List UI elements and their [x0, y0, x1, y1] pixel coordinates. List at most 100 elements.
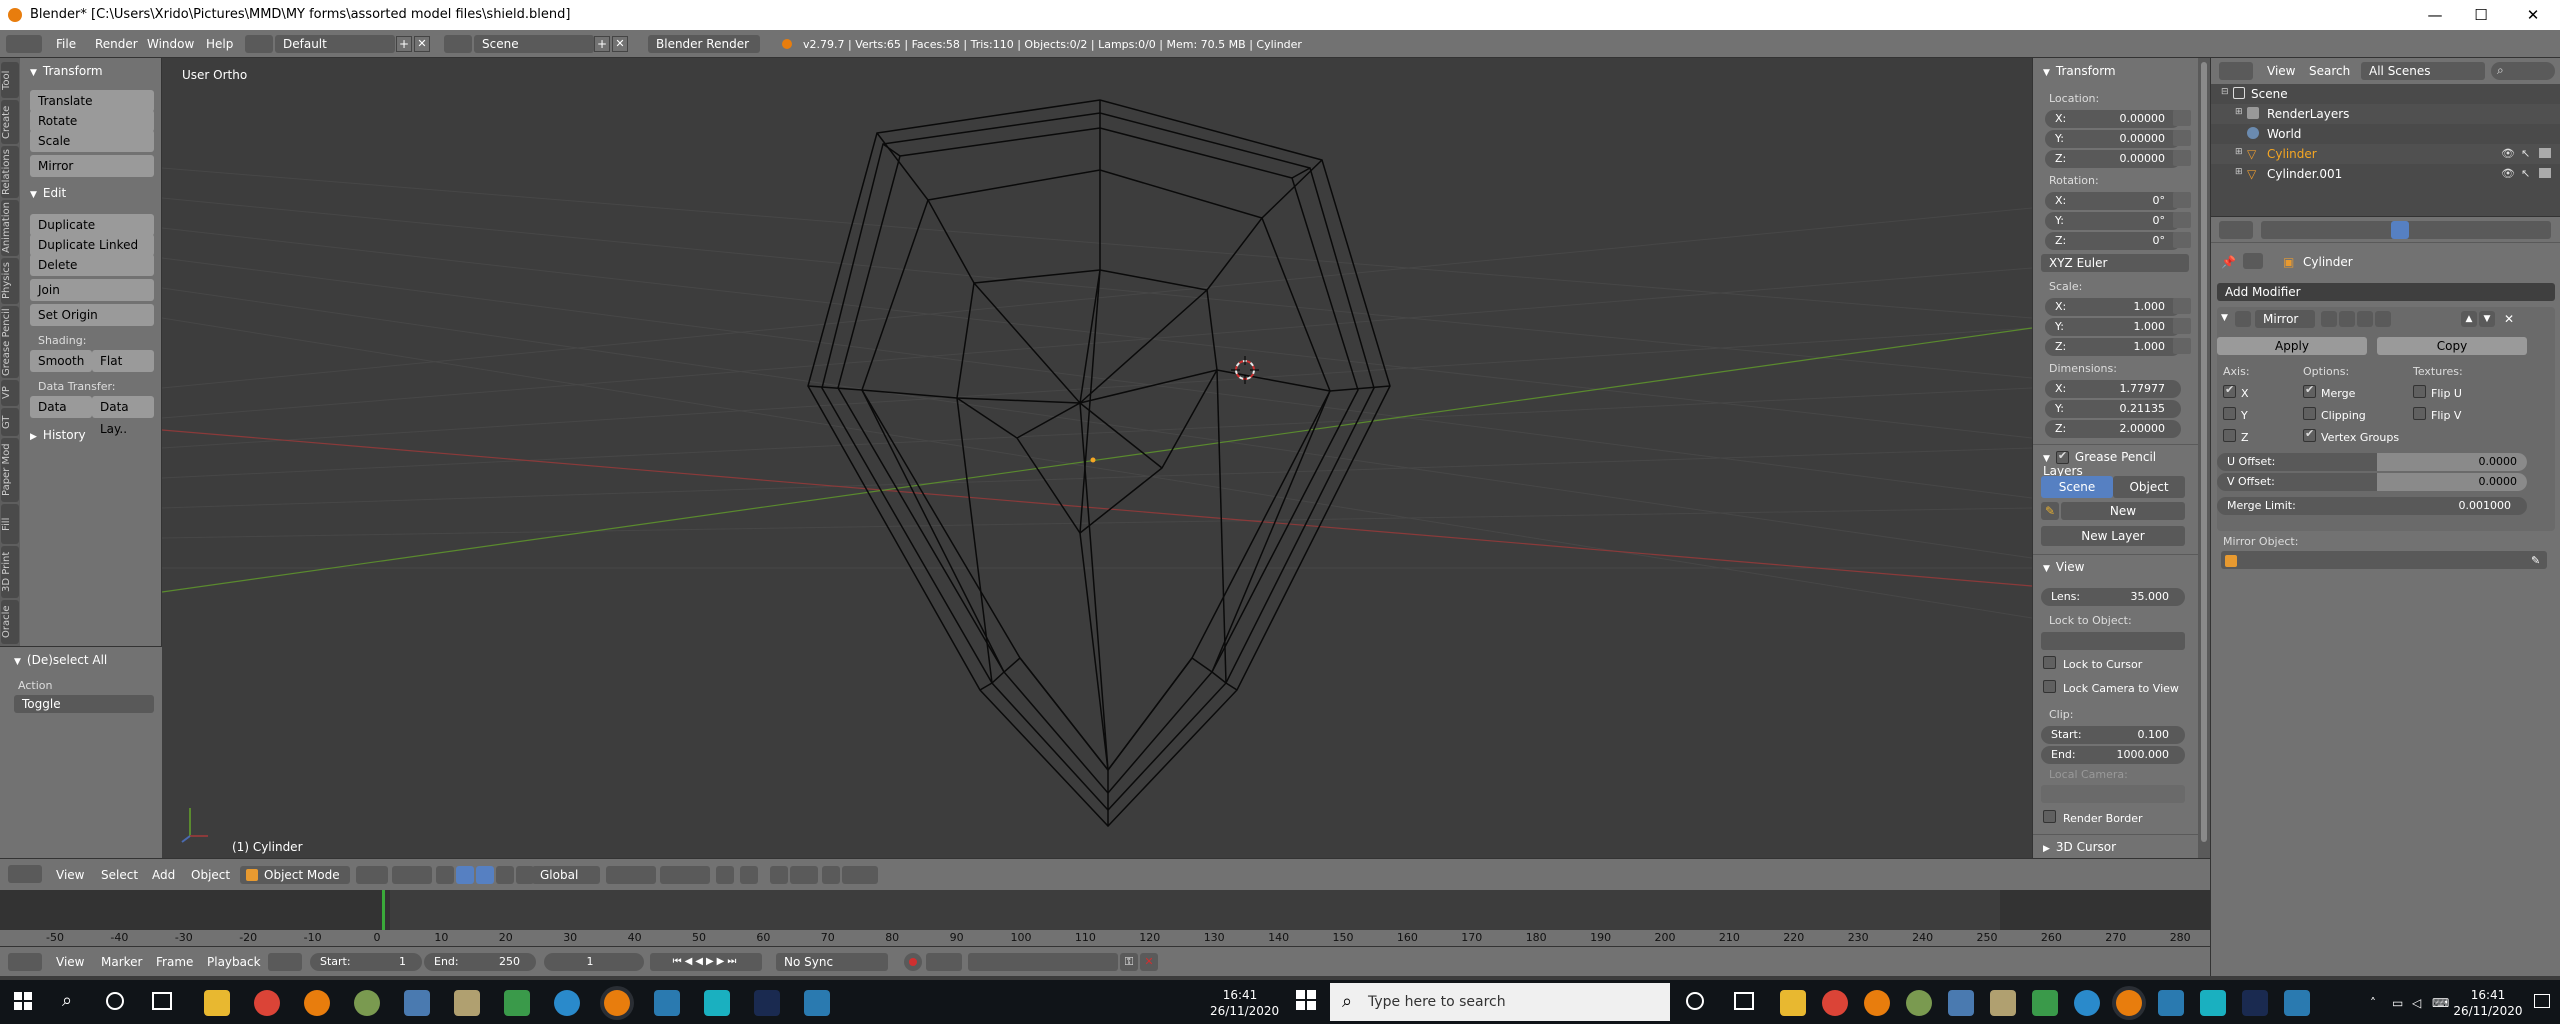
proportional-edit-icon[interactable] — [740, 866, 758, 884]
delete-keyframe-icon[interactable]: ✕ — [1140, 953, 1158, 971]
preview-range-icon[interactable] — [268, 953, 302, 971]
pin-icon[interactable]: 📌 — [2221, 255, 2236, 269]
location-y-field[interactable]: Y: 0.00000 — [2045, 130, 2181, 148]
flat-button[interactable]: Flat — [92, 350, 154, 372]
lock-camera-checkbox[interactable] — [2043, 680, 2056, 693]
translate-button[interactable]: Translate — [30, 90, 154, 112]
chrome-icon[interactable] — [254, 990, 280, 1016]
outliner-display-select[interactable]: All Scenes — [2361, 62, 2485, 80]
lens-field[interactable]: Lens: 35.000 — [2041, 588, 2185, 606]
rotate-button[interactable]: Rotate — [30, 110, 154, 132]
dimension-y-field[interactable]: Y: 0.21135 — [2045, 400, 2181, 418]
outliner-item-scene[interactable]: Scene — [2251, 87, 2288, 101]
outliner-item-cylinder-001[interactable]: Cylinder.001 — [2267, 167, 2342, 181]
expand-triangle-icon[interactable]: ⊞ — [2235, 147, 2243, 157]
scale-y-field[interactable]: Y: 1.000 — [2045, 318, 2181, 336]
scale-z-field[interactable]: Z: 1.000 — [2045, 338, 2181, 356]
layout-grid-icon[interactable] — [245, 35, 273, 53]
chrome-icon[interactable] — [1822, 990, 1848, 1016]
tab-fill[interactable]: Fill — [1, 504, 19, 544]
record-icon[interactable] — [904, 953, 922, 971]
v-offset-field[interactable]: V Offset: 0.0000 — [2217, 473, 2527, 491]
action-select[interactable]: Toggle — [14, 695, 154, 713]
3d-cursor-icon[interactable] — [1231, 356, 1259, 384]
gp-new-layer-button[interactable]: New Layer — [2041, 526, 2185, 546]
tab-gt[interactable]: GT — [1, 408, 19, 436]
start-frame-field[interactable]: Start: 1 — [310, 953, 422, 971]
rotation-y-field[interactable]: Y: 0° — [2045, 212, 2181, 230]
lock-rotation-z-icon[interactable] — [2173, 232, 2191, 248]
editor-type-icon[interactable] — [8, 865, 42, 883]
close-icon[interactable]: ✕ — [2506, 0, 2560, 30]
translate-manipulator-icon[interactable] — [456, 866, 474, 884]
eyedropper-icon[interactable]: ✎ — [2531, 554, 2540, 567]
rotate-manipulator-icon[interactable] — [476, 866, 494, 884]
context-object-icon[interactable] — [2243, 253, 2263, 269]
timeline-menu-frame[interactable]: Frame — [156, 955, 193, 969]
outliner-menu-view[interactable]: View — [2267, 64, 2295, 78]
move-down-icon[interactable]: ▼ — [2479, 311, 2495, 327]
keying-set-icon[interactable] — [926, 953, 962, 971]
lock-layers-icon[interactable] — [716, 866, 734, 884]
blender-icon[interactable] — [304, 990, 330, 1016]
app-icon[interactable] — [2158, 990, 2184, 1016]
region-scrollbar[interactable] — [2198, 58, 2210, 858]
network-icon[interactable]: ▭ — [2392, 996, 2403, 1010]
outliner-row-renderlayers[interactable]: ⊞ RenderLayers — [2211, 104, 2560, 124]
language-icon[interactable]: ⌨ — [2432, 996, 2449, 1010]
clip-start-field[interactable]: Start: 0.100 — [2041, 726, 2185, 744]
scene-icon[interactable] — [444, 35, 472, 53]
outliner-item-renderlayers[interactable]: RenderLayers — [2267, 107, 2349, 121]
edit-panel-header[interactable]: ▼ Edit — [30, 186, 66, 200]
keying-set-field[interactable] — [968, 953, 1118, 971]
viewport-toggle-icon[interactable] — [2339, 311, 2355, 327]
windows-start-icon[interactable] — [14, 992, 32, 1010]
menu-window[interactable]: Window — [147, 37, 194, 51]
viewport-canvas[interactable] — [162, 58, 2032, 858]
tab-grease-pencil[interactable]: Grease Pencil — [1, 306, 19, 378]
app-icon[interactable] — [654, 990, 680, 1016]
tab-animation[interactable]: Animation — [1, 200, 19, 256]
end-frame-field[interactable]: End: 250 — [424, 953, 536, 971]
scale-button[interactable]: Scale — [30, 130, 154, 152]
render-border-checkbox[interactable] — [2043, 810, 2056, 823]
clipping-checkbox[interactable] — [2303, 407, 2316, 420]
playback-controls[interactable]: ⏮◀◀▶▶⏭ — [650, 953, 762, 971]
app-icon[interactable] — [554, 990, 580, 1016]
remove-layout-icon[interactable]: ✕ — [414, 36, 430, 52]
timeline-menu-marker[interactable]: Marker — [101, 955, 142, 969]
app-icon[interactable] — [804, 990, 830, 1016]
add-layout-icon[interactable]: + — [396, 36, 412, 52]
add-modifier-select[interactable]: Add Modifier — [2217, 283, 2555, 301]
duplicate-linked-button[interactable]: Duplicate Linked — [30, 234, 154, 256]
move-up-icon[interactable]: ▲ — [2461, 311, 2477, 327]
menu-add[interactable]: Add — [152, 868, 175, 882]
modifier-name-field[interactable]: Mirror — [2255, 310, 2315, 328]
transform-region-header[interactable]: ▼ Transform — [2043, 64, 2116, 78]
outliner-row-cylinder[interactable]: ⊞ ▽ Cylinder 👁 ↖ — [2211, 144, 2560, 164]
outliner-row-cylinder-001[interactable]: ⊞ ▽ Cylinder.001 👁 ↖ — [2211, 164, 2560, 184]
set-origin-select[interactable]: Set Origin — [30, 304, 154, 326]
tab-3d-print[interactable]: 3D Print — [1, 546, 19, 598]
rotation-z-field[interactable]: Z: 0° — [2045, 232, 2181, 250]
mirror-object-field[interactable] — [2221, 551, 2547, 569]
flip-u-checkbox[interactable] — [2413, 385, 2426, 398]
menu-render[interactable]: Render — [95, 37, 138, 51]
render-camera-icon[interactable] — [2539, 148, 2551, 158]
gp-scene-button[interactable]: Scene — [2041, 476, 2113, 498]
edit-mode-toggle-icon[interactable] — [2321, 311, 2337, 327]
tab-tool[interactable]: Tool — [1, 62, 19, 98]
operator-panel-header[interactable]: ▼ (De)select All — [14, 653, 107, 667]
tab-paper-mod[interactable]: Paper Mod — [1, 438, 19, 502]
lock-to-cursor-checkbox[interactable] — [2043, 656, 2056, 669]
render-camera-icon[interactable] — [2539, 168, 2551, 178]
app-icon[interactable] — [404, 990, 430, 1016]
remove-modifier-icon[interactable]: ✕ — [2501, 311, 2517, 327]
location-x-field[interactable]: X: 0.00000 — [2045, 110, 2181, 128]
app-icon[interactable] — [2032, 990, 2058, 1016]
outliner-menu-search[interactable]: Search — [2309, 64, 2350, 78]
clip-end-field[interactable]: End: 1000.000 — [2041, 746, 2185, 764]
merge-limit-field[interactable]: Merge Limit: 0.001000 — [2217, 497, 2527, 515]
axis-z-checkbox[interactable] — [2223, 429, 2236, 442]
app-icon[interactable] — [2074, 990, 2100, 1016]
